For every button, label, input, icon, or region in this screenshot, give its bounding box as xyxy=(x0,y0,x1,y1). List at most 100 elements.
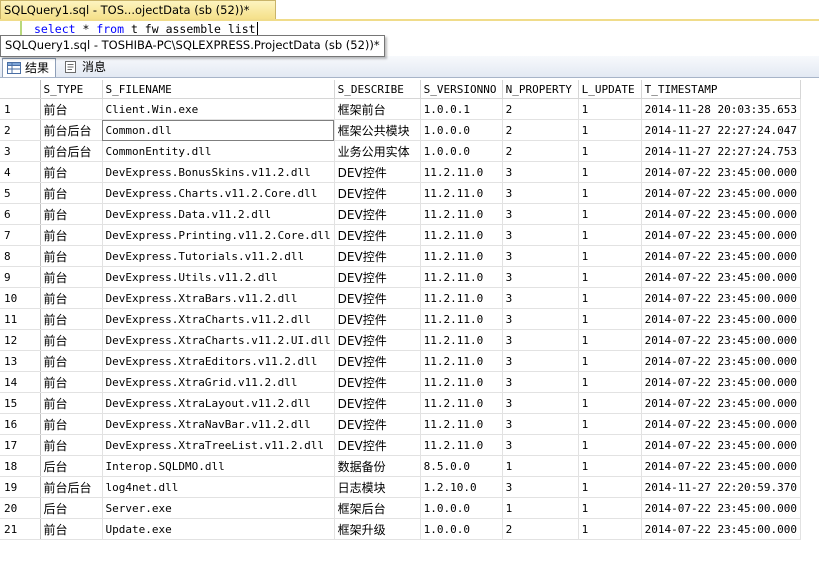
grid-cell[interactable]: 框架前台 xyxy=(334,98,421,120)
table-row[interactable]: 13 前台 DevExpress.XtraEditors.v11.2.dll DEV控… xyxy=(0,350,802,372)
grid-cell[interactable]: Client.Win.exe xyxy=(102,98,335,120)
grid-cell[interactable]: 1 xyxy=(578,224,642,246)
table-row[interactable]: 8 前台 DevExpress.Tutorials.v11.2.dll DEV控件 11… xyxy=(0,245,802,267)
grid-cell[interactable]: 11.2.11.0 xyxy=(420,371,503,393)
grid-cell[interactable]: DEV控件 xyxy=(334,413,421,435)
table-row[interactable]: 3 前台后台 CommonEntity.dll 业务公用实体 1.0.0.0 2 1 2014… xyxy=(0,140,802,162)
table-row[interactable]: 19 前台后台 log4net.dll 日志模块 1.2.10.0 3 1 2014-11-2… xyxy=(0,476,802,498)
row-number-cell[interactable]: 5 xyxy=(0,182,41,204)
grid-cell[interactable]: 前台 xyxy=(40,224,103,246)
grid-cell[interactable]: 日志模块 xyxy=(334,476,421,498)
grid-cell[interactable]: 1 xyxy=(578,266,642,288)
grid-cell[interactable]: 11.2.11.0 xyxy=(420,434,503,456)
column-header[interactable]: L_UPDATE xyxy=(578,80,642,99)
grid-cell[interactable]: 2014-07-22 23:45:00.000 xyxy=(641,350,802,372)
grid-cell[interactable]: 3 xyxy=(502,287,579,309)
grid-cell[interactable]: DevExpress.XtraGrid.v11.2.dll xyxy=(102,371,335,393)
column-header[interactable]: S_TYPE xyxy=(40,80,103,99)
grid-cell[interactable]: 3 xyxy=(502,224,579,246)
grid-cell[interactable]: 3 xyxy=(502,434,579,456)
grid-cell[interactable]: 前台 xyxy=(40,98,103,120)
grid-cell[interactable]: 2 xyxy=(502,98,579,120)
grid-cell[interactable]: 3 xyxy=(502,161,579,183)
grid-cell[interactable]: DEV控件 xyxy=(334,350,421,372)
grid-cell[interactable]: 2 xyxy=(502,518,579,540)
grid-cell[interactable]: 11.2.11.0 xyxy=(420,350,503,372)
grid-cell[interactable]: DevExpress.XtraBars.v11.2.dll xyxy=(102,287,335,309)
grid-cell[interactable]: 2 xyxy=(502,140,579,162)
grid-cell[interactable]: 3 xyxy=(502,329,579,351)
grid-cell[interactable]: 前台 xyxy=(40,413,103,435)
row-number-cell[interactable]: 14 xyxy=(0,371,41,393)
table-row[interactable]: 2 前台后台 Common.dll 框架公共模块 1.0.0.0 2 1 2014-11-27… xyxy=(0,119,802,141)
grid-cell[interactable]: Server.exe xyxy=(102,497,335,519)
grid-cell[interactable]: 3 xyxy=(502,350,579,372)
grid-cell[interactable]: 2014-07-22 23:45:00.000 xyxy=(641,161,802,183)
row-number-cell[interactable]: 20 xyxy=(0,497,41,519)
grid-cell[interactable]: 11.2.11.0 xyxy=(420,329,503,351)
grid-cell[interactable]: DEV控件 xyxy=(334,203,421,225)
grid-cell[interactable]: 前台 xyxy=(40,266,103,288)
grid-cell[interactable]: 1 xyxy=(578,245,642,267)
grid-cell[interactable]: 1.2.10.0 xyxy=(420,476,503,498)
grid-cell[interactable]: DEV控件 xyxy=(334,287,421,309)
row-number-cell[interactable]: 9 xyxy=(0,266,41,288)
grid-cell[interactable]: 1 xyxy=(502,497,579,519)
grid-cell[interactable]: Common.dll xyxy=(102,119,335,141)
grid-cell[interactable]: 3 xyxy=(502,203,579,225)
grid-cell[interactable]: 2014-07-22 23:45:00.000 xyxy=(641,371,802,393)
grid-cell[interactable]: 框架公共模块 xyxy=(334,119,421,141)
table-row[interactable]: 20 后台 Server.exe 框架后台 1.0.0.0 1 1 2014-07-22 23… xyxy=(0,497,802,519)
grid-cell[interactable]: 1.0.0.0 xyxy=(420,119,503,141)
row-number-cell[interactable]: 21 xyxy=(0,518,41,540)
row-number-cell[interactable]: 1 xyxy=(0,98,41,120)
grid-cell[interactable]: DEV控件 xyxy=(334,392,421,414)
grid-cell[interactable]: 2014-07-22 23:45:00.000 xyxy=(641,455,802,477)
grid-cell[interactable]: 3 xyxy=(502,371,579,393)
grid-cell[interactable]: 3 xyxy=(502,182,579,204)
grid-cell[interactable]: 1 xyxy=(578,329,642,351)
grid-cell[interactable]: 1 xyxy=(578,497,642,519)
table-row[interactable]: 15 前台 DevExpress.XtraLayout.v11.2.dll DEV控件… xyxy=(0,392,802,414)
grid-cell[interactable]: DEV控件 xyxy=(334,245,421,267)
grid-cell[interactable]: 2014-11-27 22:27:24.753 xyxy=(641,140,802,162)
grid-cell[interactable]: DEV控件 xyxy=(334,182,421,204)
grid-cell[interactable]: 2014-07-22 23:45:00.000 xyxy=(641,182,802,204)
grid-cell[interactable]: 2014-07-22 23:45:00.000 xyxy=(641,518,802,540)
grid-cell[interactable]: DevExpress.XtraLayout.v11.2.dll xyxy=(102,392,335,414)
row-number-cell[interactable]: 16 xyxy=(0,413,41,435)
grid-cell[interactable]: DevExpress.Utils.v11.2.dll xyxy=(102,266,335,288)
grid-cell[interactable]: 11.2.11.0 xyxy=(420,182,503,204)
grid-cell[interactable]: 11.2.11.0 xyxy=(420,266,503,288)
grid-cell[interactable]: 1 xyxy=(578,434,642,456)
column-header[interactable]: N_PROPERTY xyxy=(502,80,579,99)
table-row[interactable]: 4 前台 DevExpress.BonusSkins.v11.2.dll DEV控件 1… xyxy=(0,161,802,183)
table-row[interactable]: 14 前台 DevExpress.XtraGrid.v11.2.dll DEV控件 11… xyxy=(0,371,802,393)
grid-cell[interactable]: 前台 xyxy=(40,434,103,456)
row-number-cell[interactable]: 6 xyxy=(0,203,41,225)
grid-cell[interactable]: 2014-07-22 23:45:00.000 xyxy=(641,329,802,351)
grid-cell[interactable]: 1 xyxy=(578,350,642,372)
table-row[interactable]: 1 前台 Client.Win.exe 框架前台 1.0.0.1 2 1 2014-11-28… xyxy=(0,98,802,120)
row-number-cell[interactable]: 13 xyxy=(0,350,41,372)
table-row[interactable]: 18 后台 Interop.SQLDMO.dll 数据备份 8.5.0.0 1 1 2014-… xyxy=(0,455,802,477)
table-row[interactable]: 21 前台 Update.exe 框架升级 1.0.0.0 2 1 2014-07-22 23… xyxy=(0,518,802,540)
grid-cell[interactable]: DEV控件 xyxy=(334,434,421,456)
grid-cell[interactable]: 1.0.0.0 xyxy=(420,140,503,162)
grid-cell[interactable]: DevExpress.XtraEditors.v11.2.dll xyxy=(102,350,335,372)
table-row[interactable]: 16 前台 DevExpress.XtraNavBar.v11.2.dll DEV控件… xyxy=(0,413,802,435)
grid-cell[interactable]: DEV控件 xyxy=(334,224,421,246)
grid-cell[interactable]: 3 xyxy=(502,245,579,267)
grid-cell[interactable]: 前台 xyxy=(40,161,103,183)
grid-cell[interactable]: 前台后台 xyxy=(40,119,103,141)
grid-cell[interactable]: DEV控件 xyxy=(334,371,421,393)
grid-cell[interactable]: DevExpress.XtraCharts.v11.2.dll xyxy=(102,308,335,330)
row-number-header[interactable] xyxy=(0,80,41,99)
grid-cell[interactable]: 1.0.0.1 xyxy=(420,98,503,120)
grid-cell[interactable]: DEV控件 xyxy=(334,161,421,183)
column-header[interactable]: T_TIMESTAMP xyxy=(641,80,802,99)
grid-cell[interactable]: 11.2.11.0 xyxy=(420,413,503,435)
grid-cell[interactable]: 前台 xyxy=(40,245,103,267)
column-header[interactable]: S_VERSIONNO xyxy=(420,80,503,99)
query-text[interactable]: select * from t_fw_assemble_list xyxy=(34,22,258,36)
